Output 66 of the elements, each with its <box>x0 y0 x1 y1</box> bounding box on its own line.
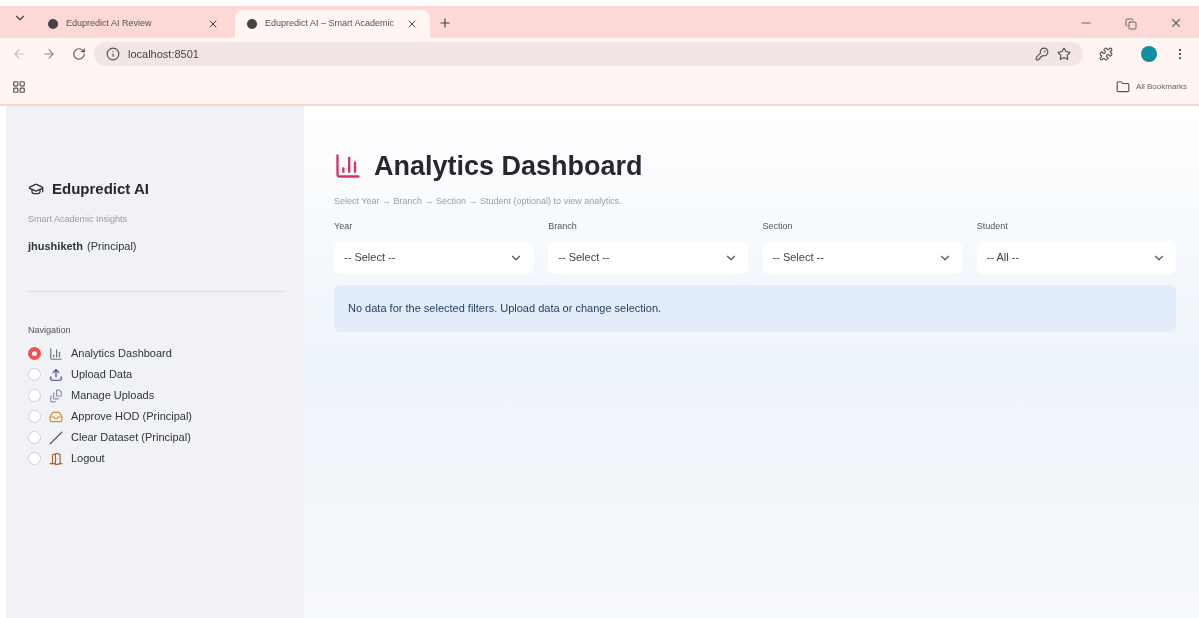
filter-label: Student <box>976 220 1009 233</box>
nav-item-label: Clear Dataset (Principal) <box>71 430 191 446</box>
close-icon[interactable] <box>207 18 219 30</box>
filter-label: Branch <box>548 220 578 233</box>
nav-label: Navigation <box>28 323 72 337</box>
nav-item[interactable]: Clear Dataset (Principal) <box>28 429 282 446</box>
radio-button[interactable] <box>28 452 41 465</box>
reload-icon[interactable] <box>72 47 86 61</box>
app-title: Edupredict AI <box>52 179 149 199</box>
radio-button[interactable] <box>28 410 41 423</box>
door-icon <box>49 451 63 466</box>
folder-icon <box>1115 80 1130 94</box>
nav-item-label: Logout <box>71 451 105 467</box>
nav-item[interactable]: Logout <box>28 450 282 467</box>
radio-button[interactable] <box>28 347 41 360</box>
user-role: (Principal) <box>87 239 137 254</box>
forward-icon[interactable] <box>42 47 56 61</box>
inbox-icon <box>49 409 63 424</box>
nav-item[interactable]: Upload Data <box>28 366 282 383</box>
slash-icon <box>49 430 63 445</box>
star-icon[interactable] <box>1057 47 1071 61</box>
select-field[interactable]: -- Select -- <box>334 241 534 274</box>
extensions-icon[interactable] <box>1099 47 1113 61</box>
filter-label: Section <box>762 220 794 233</box>
restore-icon[interactable] <box>1125 18 1137 30</box>
profile-avatar[interactable] <box>1141 46 1157 62</box>
select-field[interactable]: -- All -- <box>976 241 1176 274</box>
bookmarks-button[interactable]: All Bookmarks <box>1115 80 1187 94</box>
tab-title: Edupredict AI Review <box>66 17 153 31</box>
browser-tab[interactable]: Edupredict AI Review <box>36 10 231 38</box>
bookmarks-label: All Bookmarks <box>1135 81 1187 93</box>
tab-title: Edupredict AI – Smart Academic <box>265 17 396 31</box>
info-icon <box>106 47 120 61</box>
user-name: jhushiketh <box>28 239 83 254</box>
upload-icon <box>49 367 63 382</box>
nav-item-label: Approve HOD (Principal) <box>71 409 193 425</box>
back-icon[interactable] <box>12 47 26 61</box>
new-tab-icon[interactable] <box>438 16 452 30</box>
files-icon <box>49 388 63 403</box>
close-icon[interactable] <box>406 18 418 30</box>
favicon-icon <box>48 19 58 29</box>
hint-text: Select Year → Branch → Section → Student (optional) to view analytics. <box>334 194 623 208</box>
key-icon[interactable] <box>1035 47 1049 61</box>
address-bar[interactable]: localhost:8501 <box>94 42 1083 66</box>
bar-chart-icon <box>49 346 63 361</box>
close-icon[interactable] <box>1169 16 1183 30</box>
radio-button[interactable] <box>28 431 41 444</box>
tagline: Smart Academic Insights <box>28 212 129 226</box>
nav-item-label: Upload Data <box>71 367 133 383</box>
browser-tab[interactable]: Edupredict AI – Smart Academic <box>235 10 430 38</box>
apps-icon[interactable] <box>12 80 26 94</box>
select-field[interactable]: -- Select -- <box>762 241 962 274</box>
url-text: localhost:8501 <box>128 46 199 62</box>
select-field[interactable]: -- Select -- <box>548 241 748 274</box>
nav-item[interactable]: Analytics Dashboard <box>28 345 282 362</box>
alert-message: No data for the selected filters. Upload data or change selection. <box>348 300 662 316</box>
filter-label: Year <box>334 220 354 233</box>
favicon-icon <box>247 19 257 29</box>
nav-item-label: Analytics Dashboard <box>71 346 172 362</box>
nav-item[interactable]: Manage Uploads <box>28 387 282 404</box>
nav-item[interactable]: Approve HOD (Principal) <box>28 408 282 425</box>
radio-button[interactable] <box>28 368 41 381</box>
page-title: Analytics Dashboard <box>374 150 643 183</box>
bar-chart-icon <box>334 152 362 181</box>
radio-button[interactable] <box>28 389 41 402</box>
nav-item-label: Manage Uploads <box>71 388 155 404</box>
